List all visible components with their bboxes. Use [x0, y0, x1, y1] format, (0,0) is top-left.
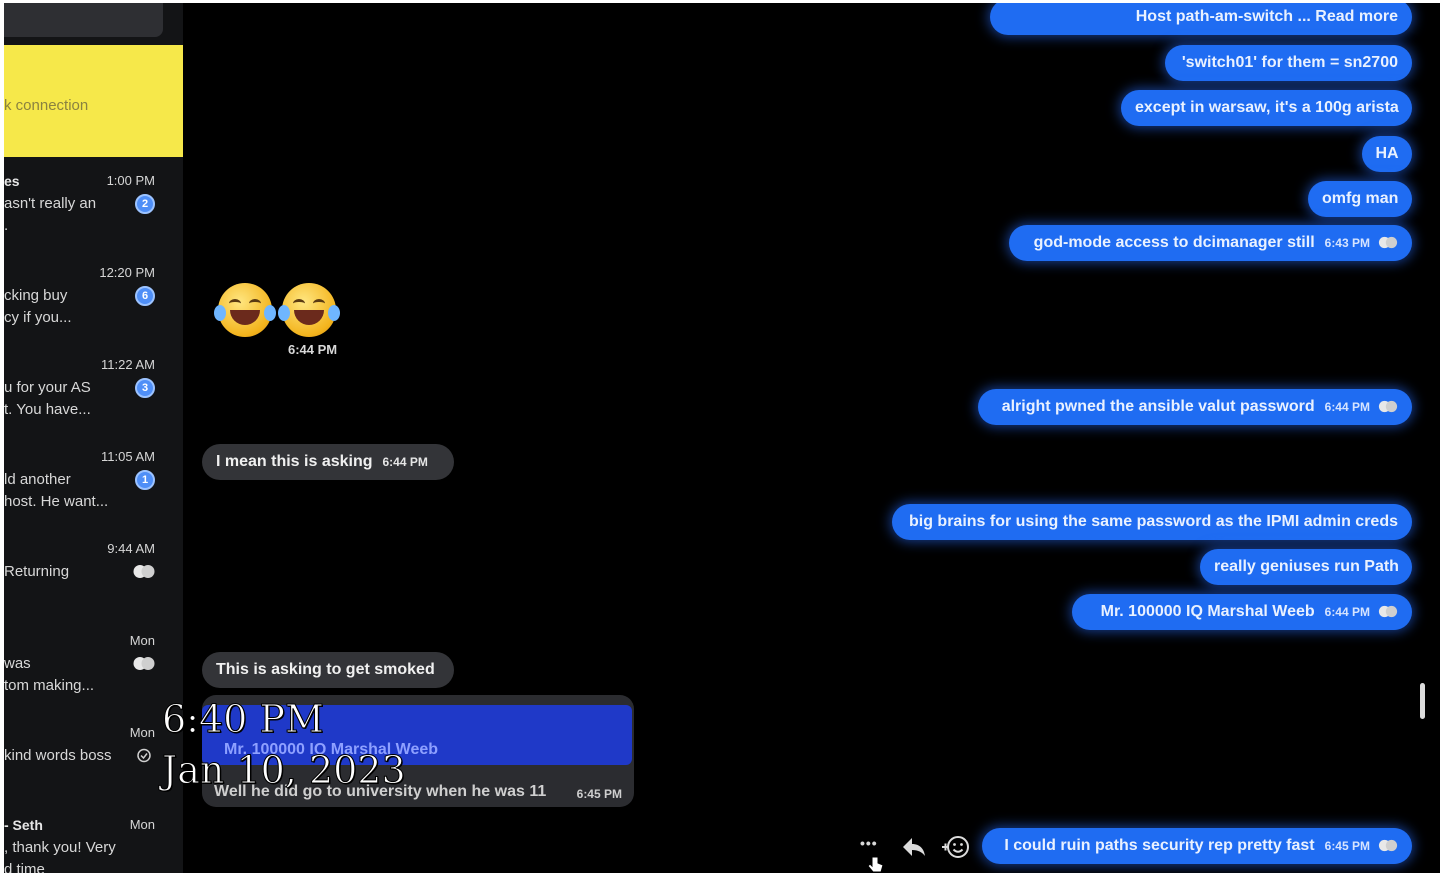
conversation-preview-line2: tom making...	[4, 677, 95, 694]
conversation-preview: kind words boss	[4, 747, 112, 764]
message-text: HA	[1375, 145, 1399, 162]
message-time: 6:44 PM	[1324, 400, 1370, 414]
laughing-emoji-icon[interactable]	[278, 283, 340, 337]
outgoing-message[interactable]: omfg man	[1308, 181, 1412, 217]
conversation-preview: ld another	[4, 471, 71, 488]
message-time: 6:45 PM	[576, 787, 622, 801]
video-date-overlay: Jan 10, 2023	[162, 748, 407, 793]
conversation-sidebar: k connection es 1:00 PM asn't really an …	[4, 3, 183, 873]
conversation-item[interactable]: 11:05 AM ld another host. He want... 1	[4, 443, 183, 531]
message-text: Mr. 100000 IQ Marshal Weeb	[1100, 603, 1315, 620]
outgoing-message[interactable]: Host path-am-switch ... Read more	[990, 3, 1412, 35]
unread-badge: 3	[135, 378, 155, 398]
unread-badge: 2	[135, 194, 155, 214]
conversation-preview: cking buy	[4, 287, 68, 304]
unread-badge: 1	[135, 470, 155, 490]
add-reaction-icon[interactable]	[940, 834, 970, 860]
messenger-window: k connection es 1:00 PM asn't really an …	[4, 3, 1440, 873]
conversation-preview: u for your AS	[4, 379, 91, 396]
outgoing-message[interactable]: really geniuses run Path	[1200, 549, 1412, 585]
message-text: alright pwned the ansible valut password	[1001, 398, 1315, 415]
conversation-preview-line2: cy if you...	[4, 309, 72, 326]
conversation-item[interactable]: 12:20 PM cking buy cy if you... 6	[4, 259, 183, 347]
banner-text: k connection	[4, 97, 89, 114]
hand-cursor-icon	[867, 856, 884, 873]
sent-check-icon	[137, 748, 151, 763]
conversation-time: 11:05 AM	[101, 449, 155, 464]
conversation-item[interactable]: es 1:00 PM asn't really an . 2	[4, 167, 183, 255]
conversation-item[interactable]: 11:22 AM u for your AS t. You have... 3	[4, 351, 183, 439]
outgoing-message[interactable]: big brains for using the same password a…	[892, 504, 1412, 540]
conversation-preview: Returning	[4, 563, 70, 580]
message-text: I could ruin paths security rep pretty f…	[1004, 837, 1315, 854]
message-time: 6:43 PM	[1324, 236, 1370, 250]
outgoing-message[interactable]: Mr. 100000 IQ Marshal Weeb 6:44 PM	[1072, 594, 1412, 630]
read-receipt-icon	[1378, 606, 1398, 618]
video-time-overlay: 6:40 PM	[162, 697, 325, 742]
conversation-preview: was	[4, 655, 31, 672]
conversation-item[interactable]: Mon was tom making...	[4, 627, 183, 715]
conversation-preview: asn't really an	[4, 195, 97, 212]
connection-banner[interactable]: k connection	[4, 45, 183, 157]
emoji-time: 6:44 PM	[288, 342, 338, 357]
conversation-time: 12:20 PM	[99, 265, 155, 280]
message-time: 6:45 PM	[1324, 839, 1370, 853]
laughing-emoji-icon[interactable]	[214, 283, 276, 337]
conversation-name: es	[4, 173, 20, 189]
conversation-time: Mon	[129, 725, 155, 740]
conversation-time: 11:22 AM	[101, 357, 155, 372]
outgoing-message[interactable]: 'switch01' for them = sn2700	[1165, 45, 1412, 81]
incoming-message[interactable]: I mean this is asking 6:44 PM	[202, 444, 454, 480]
outgoing-message[interactable]: HA	[1362, 136, 1412, 172]
conversation-name: - Seth	[4, 817, 43, 833]
message-text: really geniuses run Path	[1214, 558, 1399, 575]
outgoing-message[interactable]: alright pwned the ansible valut password…	[978, 389, 1412, 425]
message-text: 'switch01' for them = sn2700	[1181, 54, 1398, 71]
message-time: 6:44 PM	[382, 455, 428, 469]
conversation-preview-line2: .	[4, 217, 9, 234]
conversation-time: 9:44 AM	[107, 541, 155, 556]
conversation-time: Mon	[129, 633, 155, 648]
conversation-preview: , thank you! Very	[4, 839, 116, 856]
message-text: Host path-am-switch ... Read more	[1135, 8, 1398, 25]
unread-badge: 6	[135, 286, 155, 306]
outgoing-message[interactable]: I could ruin paths security rep pretty f…	[982, 828, 1412, 864]
seen-avatar-icon	[133, 565, 155, 578]
read-receipt-icon	[1378, 401, 1398, 413]
conversation-item[interactable]: Mon kind words boss	[4, 719, 183, 807]
reply-icon[interactable]	[900, 835, 928, 859]
conversation-preview-line2: t. You have...	[4, 401, 91, 418]
message-time: 6:44 PM	[1324, 605, 1370, 619]
seen-avatar-icon	[133, 657, 155, 670]
outgoing-message[interactable]: god-mode access to dcimanager still 6:43 …	[1009, 225, 1412, 261]
outgoing-message[interactable]: except in warsaw, it's a 100g arista	[1121, 90, 1412, 126]
conversation-item[interactable]: - Seth Mon , thank you! Very d time	[4, 811, 183, 873]
message-text: I mean this is asking	[216, 453, 373, 470]
conversation-preview-line2: d time	[4, 861, 45, 873]
read-receipt-icon	[1378, 840, 1398, 852]
incoming-message[interactable]: This is asking to get smoked	[202, 652, 454, 688]
scrollbar[interactable]	[1420, 683, 1425, 719]
conversation-time: 1:00 PM	[106, 173, 155, 188]
message-text: This is asking to get smoked	[216, 661, 435, 678]
conversation-preview-line2: host. He want...	[4, 493, 109, 510]
message-text: omfg man	[1322, 190, 1399, 207]
conversation-item[interactable]: 9:44 AM Returning	[4, 535, 183, 623]
message-text: big brains for using the same password a…	[908, 513, 1398, 530]
message-text: except in warsaw, it's a 100g arista	[1135, 99, 1399, 116]
conversation-time: Mon	[129, 817, 155, 832]
more-options-icon[interactable]: •••	[860, 835, 878, 851]
message-text: god-mode access to dcimanager still	[1033, 234, 1315, 251]
read-receipt-icon	[1378, 237, 1398, 249]
search-bar[interactable]	[4, 3, 163, 37]
